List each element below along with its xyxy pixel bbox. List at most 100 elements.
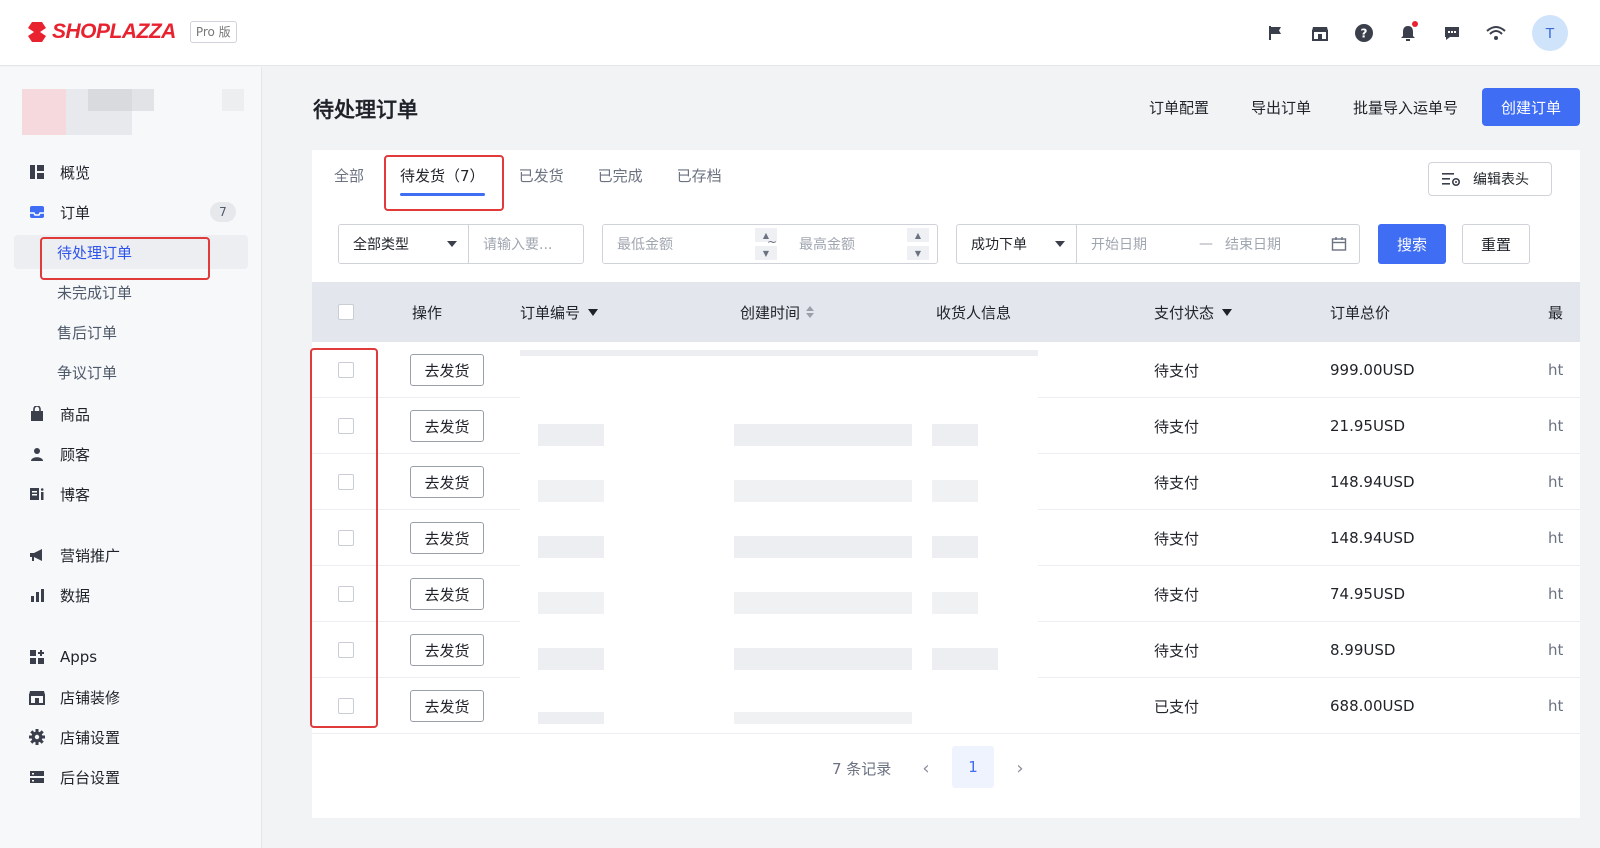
increment-icon[interactable]: ▲ <box>907 228 929 242</box>
avatar[interactable]: T <box>1532 15 1568 51</box>
max-amount-input[interactable]: 最高金额 ▲ ▼ <box>785 225 937 263</box>
order-type-select[interactable]: 全部类型 <box>338 224 470 264</box>
edit-columns-button[interactable]: 编辑表头 <box>1428 162 1552 196</box>
row-checkbox[interactable] <box>338 698 354 714</box>
orders-count-badge: 7 <box>210 202 236 222</box>
dashboard-icon <box>28 163 46 181</box>
tab-shipped[interactable]: 已发货 <box>519 150 564 200</box>
sidebar-item-apps[interactable]: Apps <box>14 640 248 674</box>
row-checkbox[interactable] <box>338 586 354 602</box>
chevron-left-icon[interactable]: ‹ <box>914 756 938 780</box>
sidebar-item-label: 未完成订单 <box>57 283 133 302</box>
order-total: 74.95USD <box>1330 585 1405 603</box>
sidebar-item-orders[interactable]: 订单 7 <box>14 195 248 229</box>
max-amount-placeholder: 最高金额 <box>799 237 855 253</box>
chevron-right-icon[interactable]: › <box>1008 756 1032 780</box>
sidebar-item-data[interactable]: 数据 <box>14 578 248 612</box>
row-checkbox[interactable] <box>338 642 354 658</box>
col-order-total: 订单总价 <box>1330 282 1390 342</box>
export-orders-button[interactable]: 导出订单 <box>1251 97 1311 118</box>
end-date-placeholder: 结束日期 <box>1225 237 1281 253</box>
tab-to-ship[interactable]: 待发货（7） <box>400 150 485 200</box>
sidebar-item-store-settings[interactable]: 店铺设置 <box>14 720 248 754</box>
chevron-down-icon <box>447 241 457 247</box>
calendar-icon[interactable] <box>1331 236 1347 252</box>
order-config-button[interactable]: 订单配置 <box>1149 97 1209 118</box>
decrement-icon[interactable]: ▼ <box>907 246 929 260</box>
store-icon[interactable] <box>1308 21 1332 45</box>
search-button[interactable]: 搜索 <box>1378 224 1446 264</box>
truncated-cell: ht <box>1548 641 1564 659</box>
sidebar-item-admin-settings[interactable]: 后台设置 <box>14 760 248 794</box>
payment-status: 已支付 <box>1154 697 1200 716</box>
keyword-input[interactable]: 请输入要... <box>468 224 584 264</box>
ship-order-button[interactable]: 去发货 <box>410 522 484 554</box>
shoplazza-logo-icon <box>26 20 48 44</box>
sidebar-item-label: 博客 <box>60 485 91 504</box>
tab-completed[interactable]: 已完成 <box>598 150 643 200</box>
bulk-import-tracking-button[interactable]: 批量导入运单号 <box>1353 97 1458 118</box>
ship-order-button[interactable]: 去发货 <box>410 466 484 498</box>
inbox-icon <box>28 203 46 221</box>
sidebar-item-label: 店铺装修 <box>60 688 121 707</box>
reset-button[interactable]: 重置 <box>1462 224 1530 264</box>
min-amount-input[interactable]: 最低金额 ▲ ▼ <box>603 225 785 263</box>
sidebar-item-label: 争议订单 <box>57 363 118 382</box>
ship-order-button[interactable]: 去发货 <box>410 354 484 386</box>
chat-icon[interactable] <box>1440 21 1464 45</box>
col-created-time[interactable]: 创建时间 <box>740 282 815 342</box>
date-range-input[interactable]: 开始日期 — 结束日期 <box>1076 224 1360 264</box>
sidebar-item-aftersale-orders[interactable]: 售后订单 <box>14 315 248 349</box>
create-order-button[interactable]: 创建订单 <box>1481 88 1580 126</box>
tab-archived[interactable]: 已存档 <box>677 150 722 200</box>
max-amount-stepper[interactable]: ▲ ▼ <box>907 228 929 260</box>
row-checkbox[interactable] <box>338 474 354 490</box>
sidebar-item-label: 商品 <box>60 405 91 424</box>
edition-badge: Pro 版 <box>189 21 237 43</box>
storefront-icon <box>28 688 46 706</box>
col-receiver: 收货人信息 <box>936 282 1011 342</box>
bar-chart-icon <box>28 586 46 604</box>
ship-order-button[interactable]: 去发货 <box>410 410 484 442</box>
tab-all[interactable]: 全部 <box>334 150 364 200</box>
checkbox[interactable] <box>338 304 354 320</box>
flag-icon[interactable] <box>1264 21 1288 45</box>
row-checkbox[interactable] <box>338 362 354 378</box>
ship-order-button[interactable]: 去发货 <box>410 634 484 666</box>
sidebar-item-unfinished-orders[interactable]: 未完成订单 <box>14 275 248 309</box>
col-label: 收货人信息 <box>936 303 1012 322</box>
ship-order-button[interactable]: 去发货 <box>410 578 484 610</box>
sidebar-item-store-design[interactable]: 店铺装修 <box>14 680 248 714</box>
bell-icon[interactable] <box>1396 21 1420 45</box>
sort-desc-icon[interactable] <box>588 308 599 316</box>
page-number-current[interactable]: 1 <box>952 746 994 788</box>
tab-label: 待发货（7） <box>400 166 485 185</box>
sidebar-item-blog[interactable]: 博客 <box>14 477 248 511</box>
select-all-checkbox[interactable] <box>338 282 354 342</box>
sidebar-item-dispute-orders[interactable]: 争议订单 <box>14 355 248 389</box>
col-order-number[interactable]: 订单编号 <box>520 282 599 342</box>
sidebar-item-overview[interactable]: 概览 <box>14 155 248 189</box>
row-checkbox[interactable] <box>338 418 354 434</box>
payment-status: 待支付 <box>1154 417 1200 436</box>
sidebar-item-products[interactable]: 商品 <box>14 397 248 431</box>
col-payment-status[interactable]: 支付状态 <box>1154 282 1233 342</box>
help-icon[interactable]: ? <box>1352 21 1376 45</box>
truncated-cell: ht <box>1548 529 1564 547</box>
filter-dropdown-icon[interactable] <box>1222 308 1233 316</box>
sidebar-item-pending-orders[interactable]: 待处理订单 <box>14 235 248 269</box>
ship-order-button[interactable]: 去发货 <box>410 690 484 722</box>
sidebar-item-label: 数据 <box>60 586 91 605</box>
sidebar-item-label: 订单 <box>60 203 91 222</box>
top-bar: SHOPLAZZA Pro 版 ? T <box>0 0 1600 66</box>
row-checkbox[interactable] <box>338 530 354 546</box>
order-status-value: 成功下单 <box>971 237 1027 253</box>
sort-icon[interactable] <box>806 306 815 318</box>
wifi-icon[interactable] <box>1484 21 1508 45</box>
logo[interactable]: SHOPLAZZA Pro 版 <box>26 20 237 44</box>
sidebar-item-label: 售后订单 <box>57 323 118 342</box>
chevron-down-icon <box>1055 241 1065 247</box>
sidebar-item-customers[interactable]: 顾客 <box>14 437 248 471</box>
order-status-select[interactable]: 成功下单 <box>956 224 1078 264</box>
sidebar-item-marketing[interactable]: 营销推广 <box>14 538 248 572</box>
